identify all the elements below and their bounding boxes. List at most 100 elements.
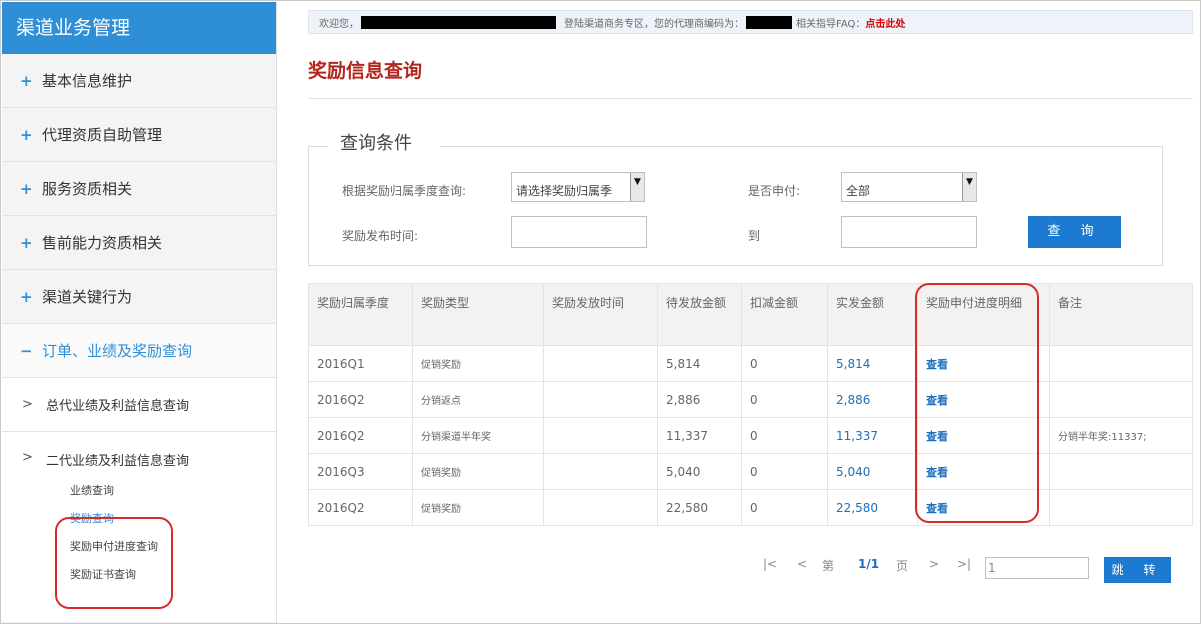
paid-select-value: 全部 <box>846 184 871 198</box>
chevron-right-icon: > <box>22 450 33 465</box>
sidebar-highlight-annotation <box>55 517 173 609</box>
sidebar-item-label: 售前能力资质相关 <box>42 234 163 252</box>
cell-pending: 5,040 <box>657 453 742 490</box>
cell-deduct: 0 <box>741 417 828 454</box>
prev-page-button[interactable]: < <box>797 557 807 571</box>
season-label: 根据奖励归属季度查询: <box>342 184 467 198</box>
table-row: 2016Q2 分销渠道半年奖 11,337 0 11,337 查看 分销半年奖:… <box>308 417 1193 454</box>
table-row: 2016Q2 分销返点 2,886 0 2,886 查看 <box>308 381 1193 418</box>
cell-type: 分销返点 <box>412 381 544 418</box>
cell-note <box>1049 489 1193 526</box>
publish-time-label: 奖励发布时间: <box>342 229 419 243</box>
page-suffix: 页 <box>896 559 909 573</box>
header-actual: 实发金额 <box>827 283 918 346</box>
cell-time <box>543 381 658 418</box>
header-type: 奖励类型 <box>412 283 544 346</box>
cell-time <box>543 489 658 526</box>
sidebar-subitem-label: 二代业绩及利益信息查询 <box>46 454 190 469</box>
last-page-button[interactable]: >| <box>957 557 971 571</box>
season-select[interactable]: 请选择奖励归属季 ▼ <box>511 172 645 202</box>
cell-actual: 11,337 <box>827 417 918 454</box>
header-season: 奖励归属季度 <box>308 283 413 346</box>
query-panel <box>308 146 1163 266</box>
cell-deduct: 0 <box>741 381 828 418</box>
sidebar-subitem-tier1-performance[interactable]: > 总代业绩及利益信息查询 <box>2 378 276 432</box>
plus-icon: + <box>20 179 33 198</box>
cell-type: 促销奖励 <box>412 345 544 382</box>
login-text: 登陆渠道商务专区，您的代理商编码为： <box>564 18 744 30</box>
jump-button[interactable]: 跳 转 <box>1104 557 1171 583</box>
next-page-button[interactable]: > <box>929 557 939 571</box>
cell-actual: 5,040 <box>827 453 918 490</box>
cell-note <box>1049 381 1193 418</box>
cell-pending: 5,814 <box>657 345 742 382</box>
cell-deduct: 0 <box>741 345 828 382</box>
cell-actual: 22,580 <box>827 489 918 526</box>
page-title: 奖励信息查询 <box>308 60 423 82</box>
cell-deduct: 0 <box>741 453 828 490</box>
cell-time <box>543 345 658 382</box>
sidebar-item-service-qualification[interactable]: + 服务资质相关 <box>2 162 276 216</box>
minus-icon: − <box>20 341 33 360</box>
cell-type: 促销奖励 <box>412 489 544 526</box>
cell-type: 分销渠道半年奖 <box>412 417 544 454</box>
page: 渠道业务管理 + 基本信息维护 + 代理资质自助管理 + 服务资质相关 + 售前… <box>0 0 1201 624</box>
jump-page-input[interactable]: 1 <box>985 557 1089 579</box>
redacted-username <box>361 15 556 29</box>
sidebar-title: 渠道业务管理 <box>2 2 276 54</box>
welcome-text: 欢迎您， <box>319 18 359 30</box>
header-note: 备注 <box>1049 283 1193 346</box>
cell-note <box>1049 453 1193 490</box>
sidebar-subitem-tier2-header[interactable]: > 二代业绩及利益信息查询 <box>22 450 276 469</box>
search-button[interactable]: 查 询 <box>1028 216 1121 248</box>
table-header-row: 奖励归属季度 奖励类型 奖励发放时间 待发放金额 扣减金额 实发金额 奖励申付进… <box>308 283 1193 346</box>
plus-icon: + <box>20 71 33 90</box>
dropdown-arrow-icon: ▼ <box>962 173 976 201</box>
sidebar-item-basic-info[interactable]: + 基本信息维护 <box>2 54 276 108</box>
title-divider <box>308 98 1193 99</box>
season-select-value: 请选择奖励归属季 <box>516 184 613 198</box>
cell-time <box>543 453 658 490</box>
publish-time-end-input[interactable] <box>841 216 977 248</box>
cell-season: 2016Q2 <box>308 381 413 418</box>
faq-text: 相关指导FAQ： <box>796 18 866 30</box>
cell-time <box>543 417 658 454</box>
paid-select[interactable]: 全部 ▼ <box>841 172 977 202</box>
welcome-bar: 欢迎您， 登陆渠道商务专区，您的代理商编码为： 相关指导FAQ： 点击此处 <box>308 10 1193 34</box>
chevron-right-icon: > <box>22 397 33 412</box>
cell-pending: 22,580 <box>657 489 742 526</box>
paid-label: 是否申付: <box>748 184 801 198</box>
sidebar-item-label: 服务资质相关 <box>42 180 133 198</box>
cell-season: 2016Q1 <box>308 345 413 382</box>
publish-time-start-input[interactable] <box>511 216 647 248</box>
sidebar-item-label: 订单、业绩及奖励查询 <box>42 342 193 360</box>
to-label: 到 <box>748 229 761 243</box>
first-page-button[interactable]: |< <box>763 557 777 571</box>
cell-deduct: 0 <box>741 489 828 526</box>
header-time: 奖励发放时间 <box>543 283 658 346</box>
cell-season: 2016Q3 <box>308 453 413 490</box>
cell-pending: 2,886 <box>657 381 742 418</box>
header-pending: 待发放金额 <box>657 283 742 346</box>
sidebar-item-label: 代理资质自助管理 <box>42 126 163 144</box>
faq-link[interactable]: 点击此处 <box>865 15 905 30</box>
plus-icon: + <box>20 233 33 252</box>
table-row: 2016Q2 促销奖励 22,580 0 22,580 查看 <box>308 489 1193 526</box>
sidebar-subitem-label: 总代业绩及利益信息查询 <box>46 399 190 414</box>
sidebar-leaf-performance-query[interactable]: 业绩查询 <box>22 477 276 505</box>
redacted-agent-code <box>746 15 792 29</box>
sidebar-item-presales-qualification[interactable]: + 售前能力资质相关 <box>2 216 276 270</box>
table-row: 2016Q3 促销奖励 5,040 0 5,040 查看 <box>308 453 1193 490</box>
sidebar-item-label: 基本信息维护 <box>42 72 133 90</box>
sidebar-item-agent-qualification[interactable]: + 代理资质自助管理 <box>2 108 276 162</box>
header-deduct: 扣减金额 <box>741 283 828 346</box>
cell-note: 分销半年奖:11337; <box>1049 417 1193 454</box>
cell-type: 促销奖励 <box>412 453 544 490</box>
plus-icon: + <box>20 287 33 306</box>
sidebar-item-orders-rewards[interactable]: − 订单、业绩及奖励查询 <box>2 324 276 378</box>
sidebar-item-label: 渠道关键行为 <box>42 288 133 306</box>
table-row: 2016Q1 促销奖励 5,814 0 5,814 查看 <box>308 345 1193 382</box>
cell-pending: 11,337 <box>657 417 742 454</box>
dropdown-arrow-icon: ▼ <box>630 173 644 201</box>
sidebar-item-key-behavior[interactable]: + 渠道关键行为 <box>2 270 276 324</box>
